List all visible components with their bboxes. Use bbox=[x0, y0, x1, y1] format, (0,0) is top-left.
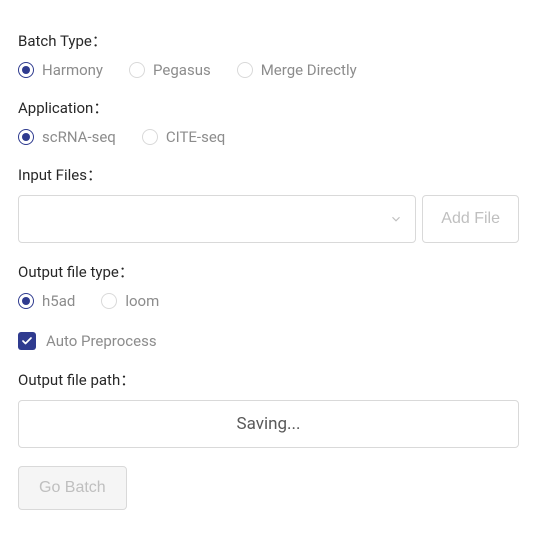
radio-output-h5ad[interactable]: h5ad bbox=[18, 292, 75, 310]
application-group: scRNA-seq CITE-seq bbox=[18, 128, 519, 146]
checkbox-checked-icon bbox=[18, 332, 36, 350]
radio-app-cite-seq[interactable]: CITE-seq bbox=[142, 128, 225, 146]
radio-icon bbox=[18, 129, 34, 145]
input-files-select[interactable] bbox=[18, 195, 416, 243]
batch-type-group: Harmony Pegasus Merge Directly bbox=[18, 61, 519, 79]
radio-label: Merge Directly bbox=[261, 61, 357, 79]
radio-label: h5ad bbox=[42, 292, 75, 310]
radio-label: Harmony bbox=[42, 61, 103, 79]
radio-batch-harmony[interactable]: Harmony bbox=[18, 61, 103, 79]
output-file-path-label: Output file path： bbox=[18, 369, 519, 390]
output-file-type-group: h5ad loom bbox=[18, 292, 519, 310]
radio-label: CITE-seq bbox=[166, 128, 225, 146]
input-files-row: Add File bbox=[18, 195, 519, 243]
radio-icon bbox=[142, 129, 158, 145]
radio-label: scRNA-seq bbox=[42, 128, 116, 146]
add-file-button[interactable]: Add File bbox=[422, 195, 519, 243]
input-files-label: Input Files： bbox=[18, 164, 519, 185]
radio-output-loom[interactable]: loom bbox=[101, 292, 159, 310]
radio-icon bbox=[237, 62, 253, 78]
application-label: Application： bbox=[18, 97, 519, 118]
auto-preprocess-checkbox[interactable]: Auto Preprocess bbox=[18, 332, 157, 350]
batch-type-label: Batch Type： bbox=[18, 30, 519, 51]
output-file-path-status: Saving... bbox=[18, 400, 519, 448]
radio-icon bbox=[18, 293, 34, 309]
radio-icon bbox=[18, 62, 34, 78]
radio-icon bbox=[101, 293, 117, 309]
radio-label: loom bbox=[125, 292, 159, 310]
radio-icon bbox=[129, 62, 145, 78]
chevron-down-icon bbox=[389, 212, 403, 226]
radio-app-scrna-seq[interactable]: scRNA-seq bbox=[18, 128, 116, 146]
output-file-type-label: Output file type： bbox=[18, 261, 519, 282]
radio-batch-merge-directly[interactable]: Merge Directly bbox=[237, 61, 357, 79]
go-batch-button[interactable]: Go Batch bbox=[18, 466, 127, 510]
radio-batch-pegasus[interactable]: Pegasus bbox=[129, 61, 211, 79]
checkbox-label: Auto Preprocess bbox=[46, 332, 157, 350]
radio-label: Pegasus bbox=[153, 61, 211, 79]
